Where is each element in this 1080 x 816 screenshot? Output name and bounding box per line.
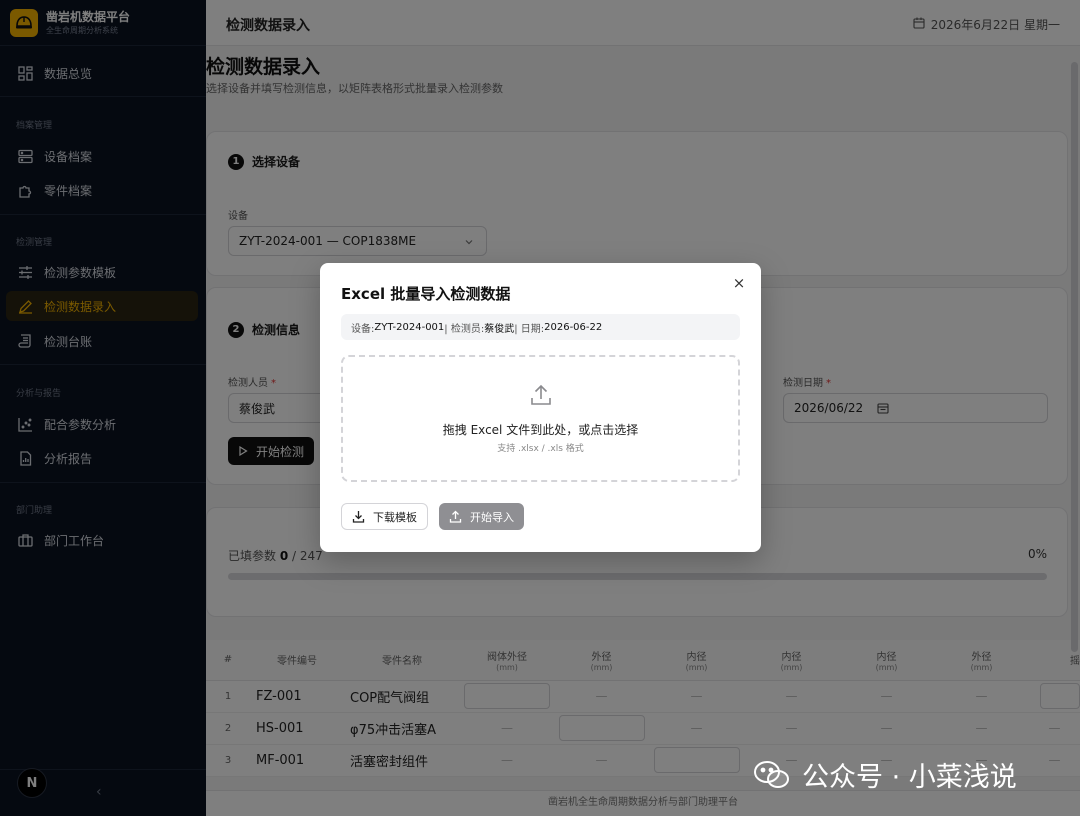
watermark: 公众号 · 小菜浅说 [752, 755, 1017, 794]
excel-import-dialog: Excel 批量导入检测数据 × 设备: ZYT-2024-001 | 检测员:… [320, 263, 761, 552]
dialog-info-bar: 设备: ZYT-2024-001 | 检测员: 蔡俊武 | 日期: 2026-0… [341, 314, 740, 340]
dropzone-format-hint: 支持 .xlsx / .xls 格式 [497, 444, 584, 454]
start-import-button[interactable]: 开始导入 [439, 503, 524, 530]
upload-icon [529, 383, 553, 411]
wechat-icon [752, 759, 792, 791]
watermark-text: 公众号 · 小菜浅说 [802, 762, 1017, 793]
upload-icon [449, 510, 462, 523]
download-icon [352, 510, 365, 523]
dialog-title: Excel 批量导入检测数据 [341, 285, 511, 303]
file-dropzone[interactable]: 拖拽 Excel 文件到此处，或点击选择 支持 .xlsx / .xls 格式 [341, 355, 740, 482]
dropzone-instruction: 拖拽 Excel 文件到此处，或点击选择 [442, 423, 639, 437]
close-icon[interactable]: × [731, 274, 747, 292]
download-template-button[interactable]: 下载模板 [341, 503, 428, 530]
